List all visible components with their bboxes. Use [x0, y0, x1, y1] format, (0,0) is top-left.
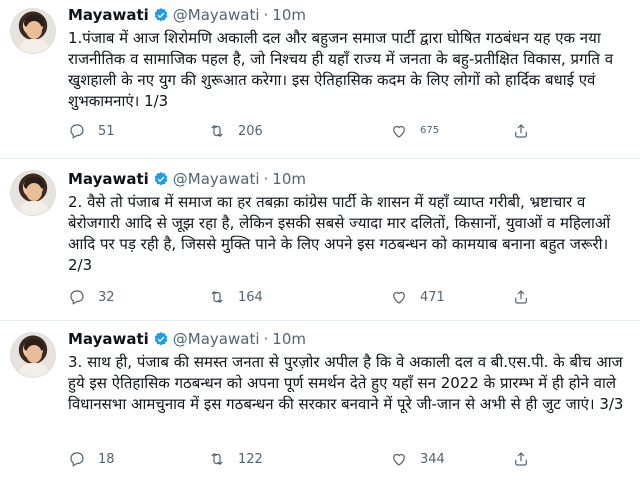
reply-count: 51 — [98, 123, 115, 139]
author-handle[interactable]: @Mayawati — [173, 330, 260, 348]
author-handle[interactable]: @Mayawati — [173, 6, 260, 24]
reply-icon — [70, 452, 84, 467]
reply-icon — [70, 290, 84, 305]
reply-count: 32 — [98, 289, 115, 305]
share-button[interactable] — [512, 122, 530, 140]
avatar[interactable] — [10, 8, 56, 54]
author-name[interactable]: Mayawati — [68, 170, 149, 188]
timestamp[interactable]: 10m — [272, 6, 306, 24]
like-icon — [393, 453, 405, 466]
separator-dot: · — [263, 6, 269, 24]
like-button[interactable]: 344 — [390, 450, 445, 468]
reply-button[interactable]: 51 — [68, 122, 115, 140]
verified-badge-icon — [154, 332, 168, 346]
retweet-button[interactable]: 164 — [208, 288, 263, 306]
verified-badge-icon — [154, 172, 168, 186]
like-count: 471 — [420, 289, 445, 305]
retweet-count: 164 — [238, 289, 263, 305]
author-name[interactable]: Mayawati — [68, 6, 149, 24]
share-button[interactable] — [512, 288, 530, 306]
share-icon — [515, 290, 527, 304]
reply-button[interactable]: 18 — [68, 450, 115, 468]
share-icon — [515, 124, 527, 138]
reply-count: 18 — [98, 451, 115, 467]
tweet-text: 3. साथ ही, पंजाब की समस्त जनता से पुरज़ो… — [68, 353, 624, 413]
tweet-header: Mayawati @Mayawati · 10m — [68, 6, 306, 24]
like-count: 675 — [420, 125, 440, 136]
action-bar: 51 206 675 — [68, 122, 628, 144]
like-icon — [393, 291, 405, 304]
timestamp[interactable]: 10m — [272, 170, 306, 188]
reply-icon — [70, 124, 84, 139]
tweet-divider — [0, 320, 640, 321]
like-count: 344 — [420, 451, 445, 467]
like-button[interactable]: 471 — [390, 288, 445, 306]
retweet-icon — [211, 124, 223, 138]
retweet-button[interactable]: 206 — [208, 122, 263, 140]
action-bar: 32 164 471 — [68, 288, 628, 310]
like-icon — [393, 125, 405, 138]
like-button[interactable]: 675 — [390, 122, 439, 140]
retweet-count: 122 — [238, 451, 263, 467]
action-bar: 18 122 344 — [68, 450, 628, 472]
tweet[interactable]: Mayawati @Mayawati · 10m 1.पंजाब में आज … — [0, 0, 640, 160]
tweet-text: 1.पंजाब में आज शिरोमणि अकाली दल और बहुजन… — [68, 29, 614, 110]
tweet-header: Mayawati @Mayawati · 10m — [68, 170, 306, 188]
tweet[interactable]: Mayawati @Mayawati · 10m 3. साथ ही, पंजा… — [0, 322, 640, 480]
avatar[interactable] — [10, 170, 56, 216]
author-name[interactable]: Mayawati — [68, 330, 149, 348]
retweet-count: 206 — [238, 123, 263, 139]
retweet-icon — [211, 452, 223, 466]
tweet-header: Mayawati @Mayawati · 10m — [68, 330, 306, 348]
verified-badge-icon — [154, 8, 168, 22]
retweet-button[interactable]: 122 — [208, 450, 263, 468]
separator-dot: · — [263, 170, 269, 188]
avatar[interactable] — [10, 332, 56, 378]
separator-dot: · — [263, 330, 269, 348]
tweet-text: 2. वैसे तो पंजाब में समाज का हर तबक़ा का… — [68, 193, 611, 274]
tweet-divider — [0, 158, 640, 159]
share-icon — [515, 452, 527, 466]
tweet[interactable]: Mayawati @Mayawati · 10m 2. वैसे तो पंजा… — [0, 160, 640, 320]
author-handle[interactable]: @Mayawati — [173, 170, 260, 188]
retweet-icon — [211, 290, 223, 304]
reply-button[interactable]: 32 — [68, 288, 115, 306]
share-button[interactable] — [512, 450, 530, 468]
timestamp[interactable]: 10m — [272, 330, 306, 348]
